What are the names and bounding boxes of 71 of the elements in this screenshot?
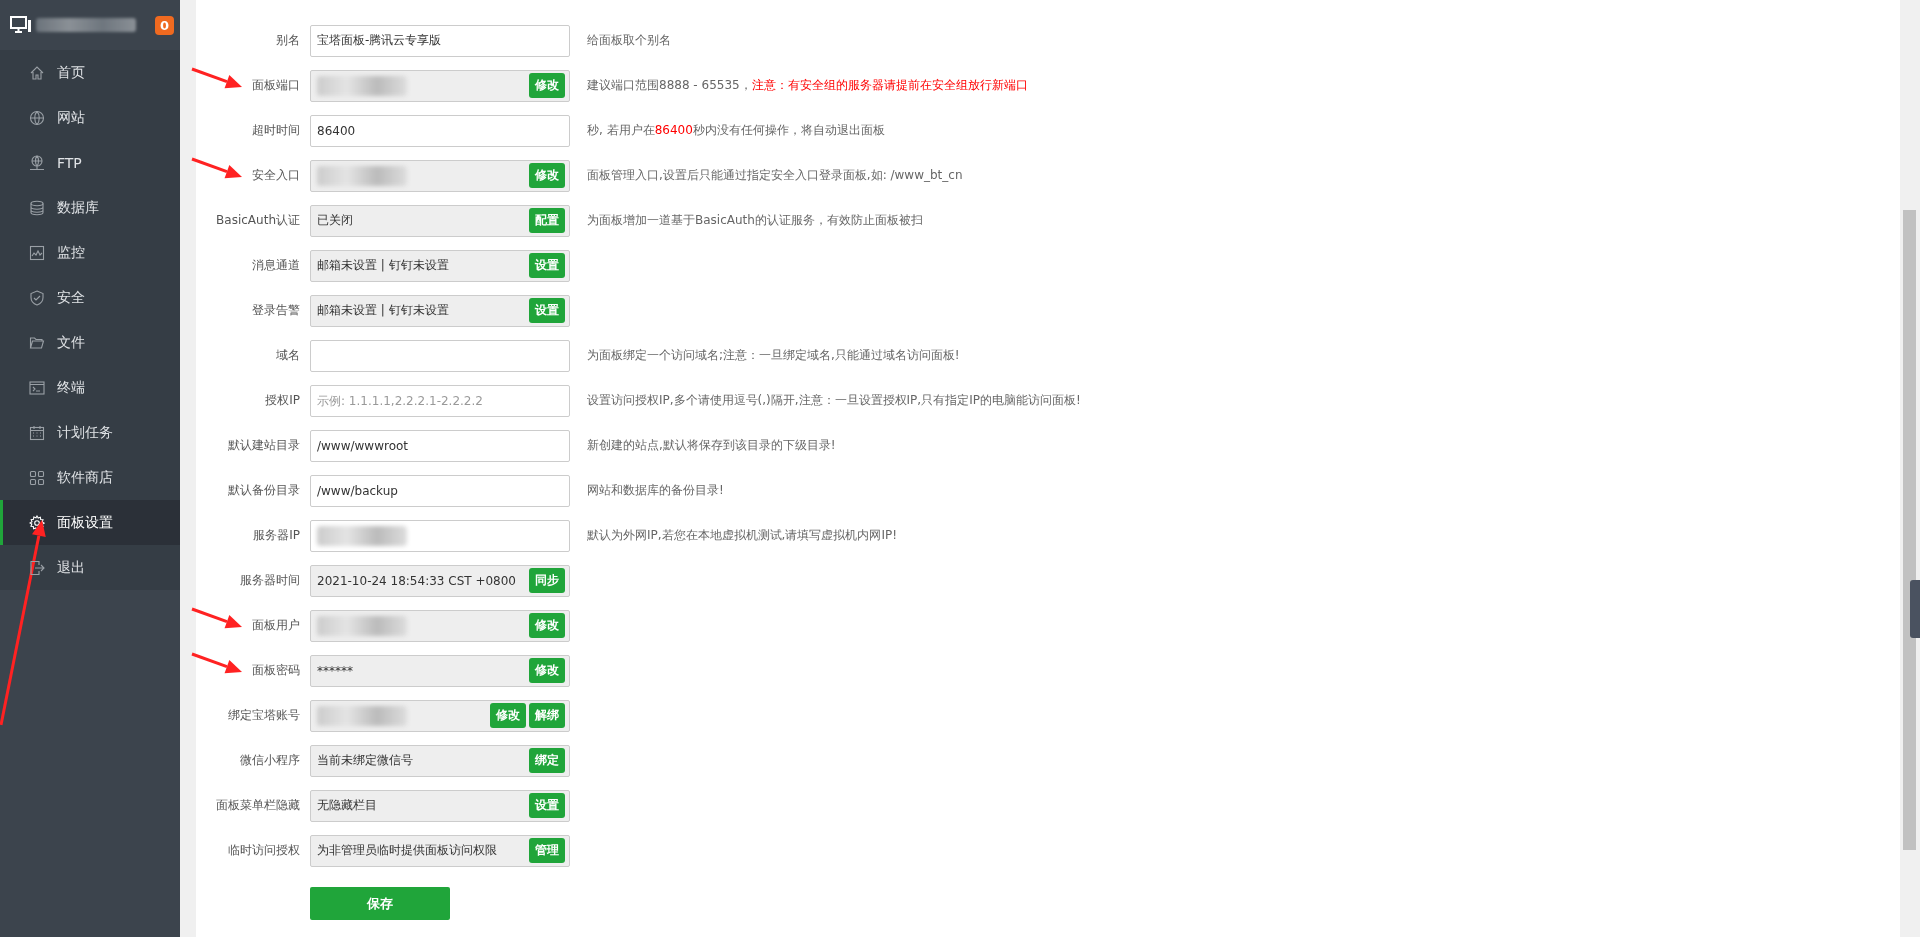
help-text: 网站和数据库的备份目录! xyxy=(587,482,724,499)
field-label: 面板菜单栏隐藏 xyxy=(215,797,300,814)
home-icon xyxy=(29,64,45,81)
globe-icon xyxy=(29,109,45,126)
field-label: 域名 xyxy=(275,347,300,364)
sidebar-item[interactable]: FTP xyxy=(0,140,180,185)
field-label: 服务器IP xyxy=(252,527,300,544)
globe-network-icon xyxy=(29,154,45,171)
field-label: 面板端口 xyxy=(251,77,300,94)
field-label: 登录告警 xyxy=(251,302,300,319)
help-text: 为面板绑定一个访问域名;注意：一旦绑定域名,只能通过域名访问面板! xyxy=(587,347,960,364)
sidebar-item[interactable]: 计划任务 xyxy=(0,410,180,455)
chart-icon xyxy=(29,244,45,261)
terminal-icon xyxy=(29,379,45,396)
shield-icon xyxy=(29,289,45,306)
input-field[interactable]: 86400 xyxy=(310,114,570,147)
input-field[interactable] xyxy=(310,339,570,372)
sidebar-item[interactable]: 退出 xyxy=(0,545,180,590)
input-field[interactable]: 宝塔面板-腾讯云专享版 xyxy=(310,24,570,57)
sidebar-item[interactable]: 监控 xyxy=(0,230,180,275)
sidebar-item[interactable]: 面板设置 xyxy=(0,500,180,545)
input-field[interactable]: /www/wwwroot xyxy=(310,429,570,462)
input-field[interactable] xyxy=(310,519,570,552)
input-field[interactable]: 示例: 1.1.1.1,2.2.2.1-2.2.2.2 xyxy=(310,384,570,417)
folder-icon xyxy=(29,334,45,351)
database-icon xyxy=(29,199,45,216)
field-label: BasicAuth认证 xyxy=(215,212,300,229)
sidebar-item[interactable]: 文件 xyxy=(0,320,180,365)
grid-icon xyxy=(29,469,45,486)
help-text: 秒, 若用户在86400秒内没有任何操作，将自动退出面板 xyxy=(587,122,885,139)
help-text: 默认为外网IP,若您在本地虚拟机测试,请填写虚拟机内网IP! xyxy=(587,527,897,544)
help-text: 给面板取个别名 xyxy=(587,32,671,49)
readonly-field: 无隐藏栏目 设置 xyxy=(310,789,570,822)
field-label: 授权IP xyxy=(264,392,300,409)
sidebar-item[interactable]: 首页 xyxy=(0,50,180,95)
side-widget-icon[interactable] xyxy=(1910,580,1920,638)
sidebar-item[interactable]: 终端 xyxy=(0,365,180,410)
field-label: 服务器时间 xyxy=(239,572,300,589)
field-label: 临时访问授权 xyxy=(227,842,300,859)
sidebar-item[interactable]: 网站 xyxy=(0,95,180,140)
sidebar-item[interactable]: 安全 xyxy=(0,275,180,320)
readonly-field: 邮箱未设置 | 钉钉未设置 设置 xyxy=(310,249,570,282)
field-label: 超时时间 xyxy=(251,122,300,139)
readonly-field: ****** 修改 xyxy=(310,654,570,687)
help-text: 设置访问授权IP,多个请使用逗号(,)隔开,注意：一旦设置授权IP,只有指定IP的电脑能访问面板! xyxy=(587,392,1081,409)
scrollbar-thumb[interactable] xyxy=(1903,210,1916,850)
input-field[interactable]: /www/backup xyxy=(310,474,570,507)
field-label: 面板密码 xyxy=(251,662,300,679)
readonly-field: 2021-10-24 18:54:33 CST +0800 同步 xyxy=(310,564,570,597)
readonly-field: 邮箱未设置 | 钉钉未设置 设置 xyxy=(310,294,570,327)
settings-icon xyxy=(29,514,45,531)
field-label: 微信小程序 xyxy=(239,752,300,769)
help-text: 面板管理入口,设置后只能通过指定安全入口登录面板,如: /www_bt_cn xyxy=(587,167,963,184)
monitor-icon xyxy=(10,16,32,34)
field-label: 绑定宝塔账号 xyxy=(227,707,300,724)
exit-icon xyxy=(29,559,45,576)
help-text: 建议端口范围8888 - 65535，注意：有安全组的服务器请提前在安全组放行新端口 xyxy=(587,77,1028,94)
field-label: 别名 xyxy=(275,32,300,49)
help-text: 为面板增加一道基于BasicAuth的认证服务，有效防止面板被扫 xyxy=(587,212,923,229)
help-text: 新创建的站点,默认将保存到该目录的下级目录! xyxy=(587,437,836,454)
field-label: 默认建站目录 xyxy=(227,437,300,454)
field-label: 安全入口 xyxy=(251,167,300,184)
calendar-icon xyxy=(29,424,45,441)
readonly-field: 已关闭 配置 xyxy=(310,204,570,237)
field-label: 消息通道 xyxy=(251,257,300,274)
readonly-field: 为非管理员临时提供面板访问权限 管理 xyxy=(310,834,570,867)
field-label: 默认备份目录 xyxy=(227,482,300,499)
sidebar-item[interactable]: 软件商店 xyxy=(0,455,180,500)
sidebar-item[interactable]: 数据库 xyxy=(0,185,180,230)
readonly-field: 当前未绑定微信号 绑定 xyxy=(310,744,570,777)
field-label: 面板用户 xyxy=(251,617,300,634)
